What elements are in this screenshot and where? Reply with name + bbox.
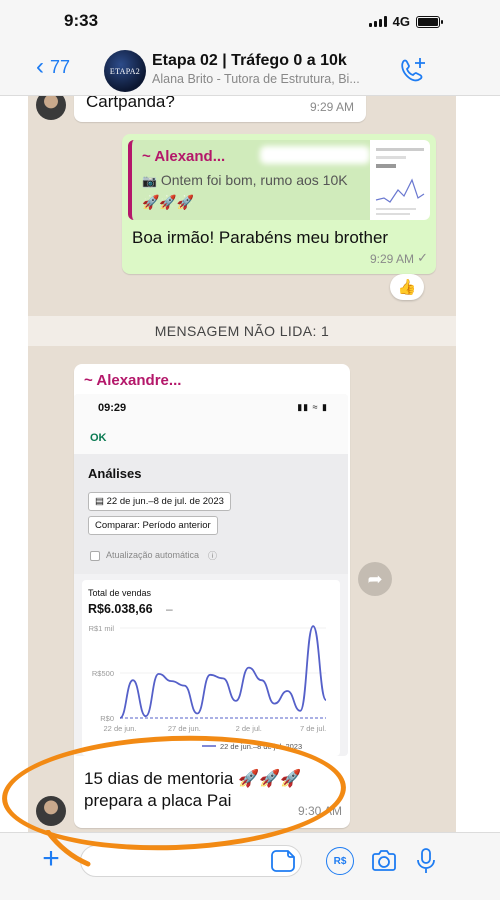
message-time: 9:29 AM <box>369 252 414 266</box>
quoted-message[interactable]: ~ Alexand... 📷 Ontem foi bom, rumo aos 1… <box>128 140 430 220</box>
chart-legend-label: 22 de jun.–8 de jul. 2023 <box>220 742 302 751</box>
chart-x-tick-label: 27 de jun. <box>168 724 201 733</box>
status-indicators: 4G <box>368 14 443 29</box>
chart-x-tick-label: 22 de jun. <box>104 724 137 733</box>
thumbs-up-icon: 👍 <box>397 279 417 296</box>
chart-series-line <box>119 625 327 719</box>
group-title[interactable]: Etapa 02 | Tráfego 0 a 10k <box>152 52 347 70</box>
plus-icon: + <box>42 842 60 875</box>
info-icon: ⓘ <box>208 551 218 561</box>
avatar[interactable] <box>36 796 66 826</box>
reaction-badge[interactable]: 👍 <box>390 274 424 300</box>
caption-line-1: 15 dias de mentoria 🚀🚀🚀 <box>84 769 302 788</box>
message-sender[interactable]: ~ Alexandre... <box>84 372 181 389</box>
chart-x-tick-label: 2 de jul. <box>236 724 262 733</box>
screenshot-auto-update: Atualização automática <box>106 550 200 560</box>
screenshot-status-icons: ▮▮ ≈ ▮ <box>297 402 328 412</box>
currency-label: R$ <box>333 855 347 867</box>
message-bubble[interactable]: Cartpanda? 9:29 AM <box>74 96 366 122</box>
quote-text: 📷 Ontem foi bom, rumo aos 10K <box>142 172 348 188</box>
network-label: 4G <box>392 14 410 29</box>
battery-icon <box>416 15 443 28</box>
image-message-bubble[interactable]: ~ Alexandre... 09:29 ▮▮ ≈ ▮ OK Análises … <box>74 364 350 828</box>
calendar-icon: ▤ <box>95 496 104 507</box>
camera-icon: 📷 <box>142 174 157 188</box>
chart-y-tick-label: R$0 <box>100 714 114 723</box>
caption-line-2: prepara a placa Pai <box>84 791 232 810</box>
avatar[interactable] <box>36 96 66 120</box>
quote-sender: ~ Alexand... <box>142 148 226 165</box>
status-time: 9:33 <box>64 11 99 30</box>
sales-card: Total de vendas R$6.038,66 – R$0 R$500 R$1… <box>82 580 340 756</box>
group-avatar-text: ETAPA2 <box>109 66 141 76</box>
date-range-label: 22 de jun.–8 de jul. de 2023 <box>106 496 224 507</box>
quote-text-value: Ontem foi bom, rumo aos 10K <box>160 172 348 188</box>
chat-header: ‹ 77 ETAPA2 Etapa 02 | Tráfego 0 a 10k A… <box>0 44 500 96</box>
screenshot-checkbox <box>90 551 100 561</box>
add-call-icon[interactable] <box>398 56 428 84</box>
screenshot-compare: Comparar: Período anterior <box>88 516 218 535</box>
redaction-blur <box>260 146 370 164</box>
message-time: 9:29 AM <box>309 100 354 114</box>
read-check-icon: ✓ <box>417 250 428 265</box>
unread-banner: MENSAGEM NÃO LIDA: 1 <box>28 316 456 346</box>
quote-emoji: 🚀🚀🚀 <box>142 194 195 210</box>
forward-button[interactable]: ➦ <box>358 562 392 596</box>
message-text: Boa irmão! Parabéns meu brother <box>132 228 389 247</box>
thumbnail-preview-icon <box>375 148 425 215</box>
group-subtitle: Alana Brito - Tutora de Estrutura, Bi... <box>152 72 360 86</box>
message-time: 9:30 AM <box>297 804 342 818</box>
group-avatar[interactable]: ETAPA2 <box>104 50 146 92</box>
chart-y-tick-label: R$500 <box>92 669 114 678</box>
signal-icon <box>368 16 387 27</box>
screenshot-time: 09:29 <box>98 402 127 414</box>
image-caption: 15 dias de mentoria 🚀🚀🚀 prepara a placa … <box>84 768 302 812</box>
status-bar: 9:33 4G <box>0 0 500 44</box>
quote-thumbnail <box>370 140 430 220</box>
message-input[interactable] <box>80 845 302 877</box>
screenshot-section-title: Análises <box>88 466 142 481</box>
chevron-left-icon: ‹ <box>36 53 44 80</box>
forward-icon: ➦ <box>367 568 383 589</box>
microphone-icon[interactable] <box>412 847 440 875</box>
back-count: 77 <box>50 56 71 77</box>
payment-button[interactable]: R$ <box>326 847 354 875</box>
attach-plus-button[interactable]: + <box>36 842 66 875</box>
shared-screenshot[interactable]: 09:29 ▮▮ ≈ ▮ OK Análises ▤ 22 de jun.–8 … <box>74 394 348 756</box>
sales-line-chart: R$0 R$500 R$1 mil 22 de jun. 27 de jun. 2 de … <box>89 624 327 751</box>
input-bar: + R$ <box>0 832 500 900</box>
camera-icon[interactable] <box>370 847 398 875</box>
chart-x-tick-label: 7 de jul. <box>300 724 326 733</box>
back-button[interactable]: ‹ 77 <box>36 53 71 80</box>
screenshot-ok: OK <box>90 432 107 444</box>
message-text: Cartpanda? <box>86 96 175 111</box>
screenshot-date-range: ▤ 22 de jun.–8 de jul. de 2023 <box>88 492 231 511</box>
sticker-icon[interactable] <box>270 847 298 875</box>
screenshot-top: 09:29 ▮▮ ≈ ▮ OK <box>74 394 348 454</box>
chat-area[interactable]: Cartpanda? 9:29 AM ~ Alexand... 📷 Ontem … <box>28 96 456 832</box>
outgoing-message-bubble[interactable]: ~ Alexand... 📷 Ontem foi bom, rumo aos 1… <box>122 134 436 274</box>
chart-y-tick-label: R$1 mil <box>89 624 115 633</box>
